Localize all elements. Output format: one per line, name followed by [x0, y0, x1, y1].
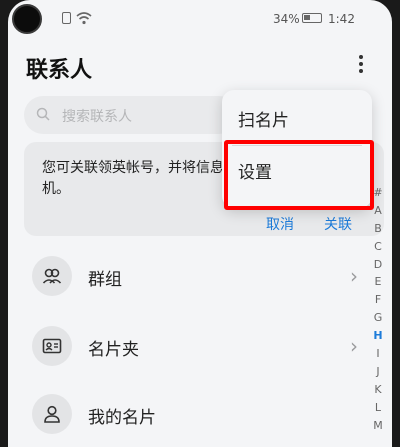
list-item-label: 我的名片: [88, 408, 156, 428]
list-item-card-holder[interactable]: 名片夹 ›: [24, 322, 360, 372]
cancel-button[interactable]: 取消: [266, 214, 294, 234]
wifi-icon: [76, 12, 92, 25]
index-letter[interactable]: A: [368, 202, 388, 220]
battery-icon: [302, 13, 322, 23]
alphabet-index[interactable]: # A B C D E F G H I J K L M: [368, 184, 388, 434]
person-icon: [32, 394, 72, 434]
battery-percent: 34%: [273, 12, 300, 26]
group-icon: [32, 256, 72, 296]
search-placeholder: 搜索联系人: [62, 109, 132, 125]
chevron-right-icon: ›: [350, 334, 358, 358]
search-icon: [36, 107, 50, 121]
chevron-right-icon: ›: [350, 264, 358, 288]
index-letter[interactable]: C: [368, 238, 388, 256]
highlight-box: [224, 140, 374, 210]
more-options-icon[interactable]: [356, 52, 366, 78]
index-letter[interactable]: D: [368, 256, 388, 274]
sim-icon: [62, 12, 71, 24]
index-letter[interactable]: M: [368, 417, 388, 435]
link-button[interactable]: 关联: [324, 214, 352, 234]
index-letter[interactable]: I: [368, 345, 388, 363]
index-letter[interactable]: J: [368, 363, 388, 381]
card-holder-icon: [32, 326, 72, 366]
status-bar: 34% 1:42: [8, 10, 392, 28]
index-letter[interactable]: L: [368, 399, 388, 417]
search-input[interactable]: 搜索联系人: [24, 96, 238, 134]
menu-item-scan-card[interactable]: 扫名片: [238, 106, 289, 131]
phone-screen: 34% 1:42 联系人 搜索联系人 您可关联领英帐号，并将信息同步至本机。 取…: [8, 0, 392, 447]
list-item-label: 名片夹: [88, 340, 139, 360]
index-letter[interactable]: K: [368, 381, 388, 399]
clock: 1:42: [328, 12, 355, 26]
index-letter[interactable]: #: [368, 184, 388, 202]
index-letter[interactable]: B: [368, 220, 388, 238]
list-item-label: 群组: [88, 270, 122, 290]
index-letter[interactable]: E: [368, 273, 388, 291]
index-letter[interactable]: G: [368, 309, 388, 327]
list-item-my-card[interactable]: 我的名片: [24, 390, 360, 440]
list-item-groups[interactable]: 群组 ›: [24, 252, 360, 302]
index-letter[interactable]: F: [368, 291, 388, 309]
page-title: 联系人: [26, 58, 93, 83]
index-letter[interactable]: H: [368, 327, 388, 345]
